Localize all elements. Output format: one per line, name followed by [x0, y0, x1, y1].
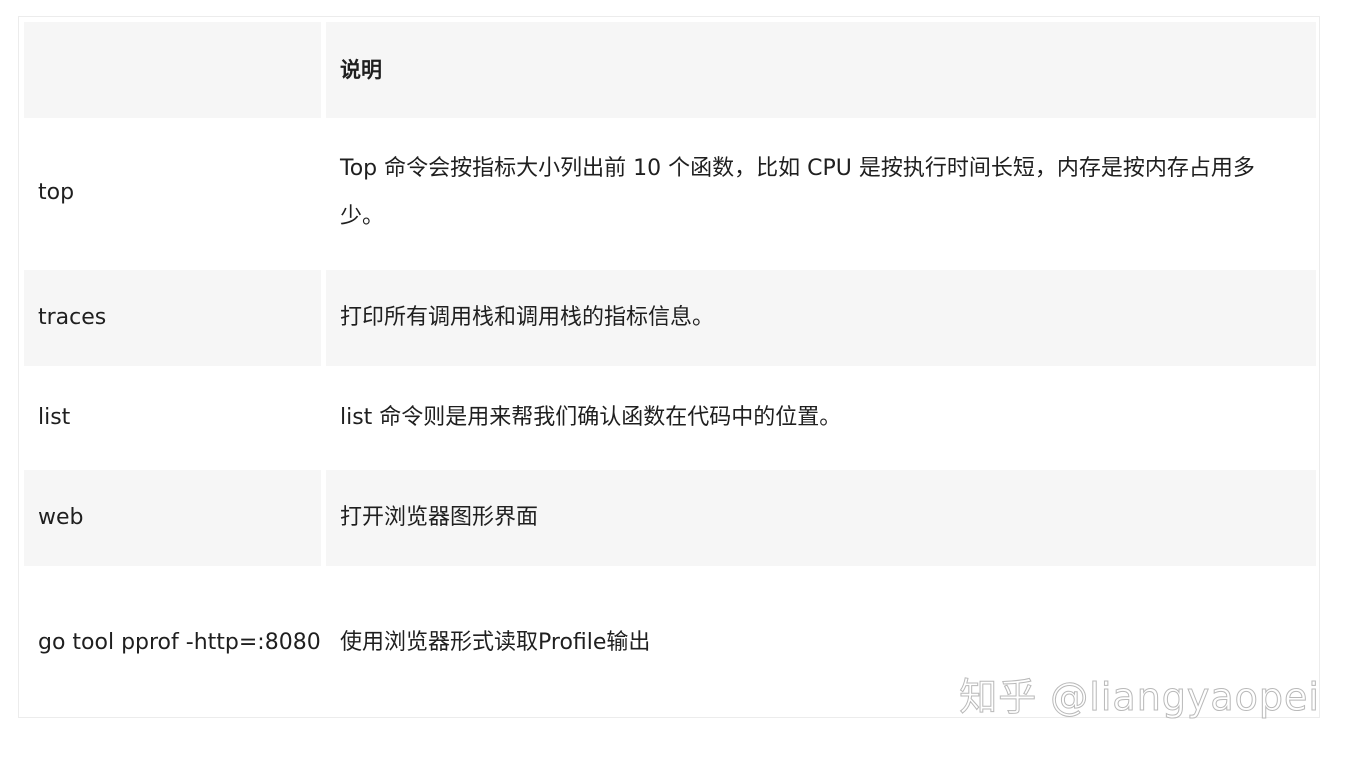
- row-top-command: top: [38, 180, 75, 205]
- row-list-description: list 命令则是用来帮我们确认函数在代码中的位置。: [340, 405, 842, 430]
- row-traces-description: 打印所有调用栈和调用栈的指标信息。: [326, 270, 1316, 366]
- row-traces-command: traces: [24, 270, 321, 366]
- row-web-description: 打开浏览器图形界面: [326, 470, 1316, 566]
- header-cell-description: 说明: [326, 22, 1316, 118]
- row-list-command: list: [38, 405, 71, 430]
- row-web-command: web: [24, 470, 321, 566]
- header-cell-command: [24, 22, 321, 118]
- row-top-description: Top 命令会按指标大小列出前 10 个函数，比如 CPU 是按执行时间长短，内…: [340, 156, 1255, 229]
- watermark: 知乎 @liangyaopei: [959, 675, 1320, 720]
- row-pprof-command: go tool pprof -http=:8080: [38, 630, 321, 655]
